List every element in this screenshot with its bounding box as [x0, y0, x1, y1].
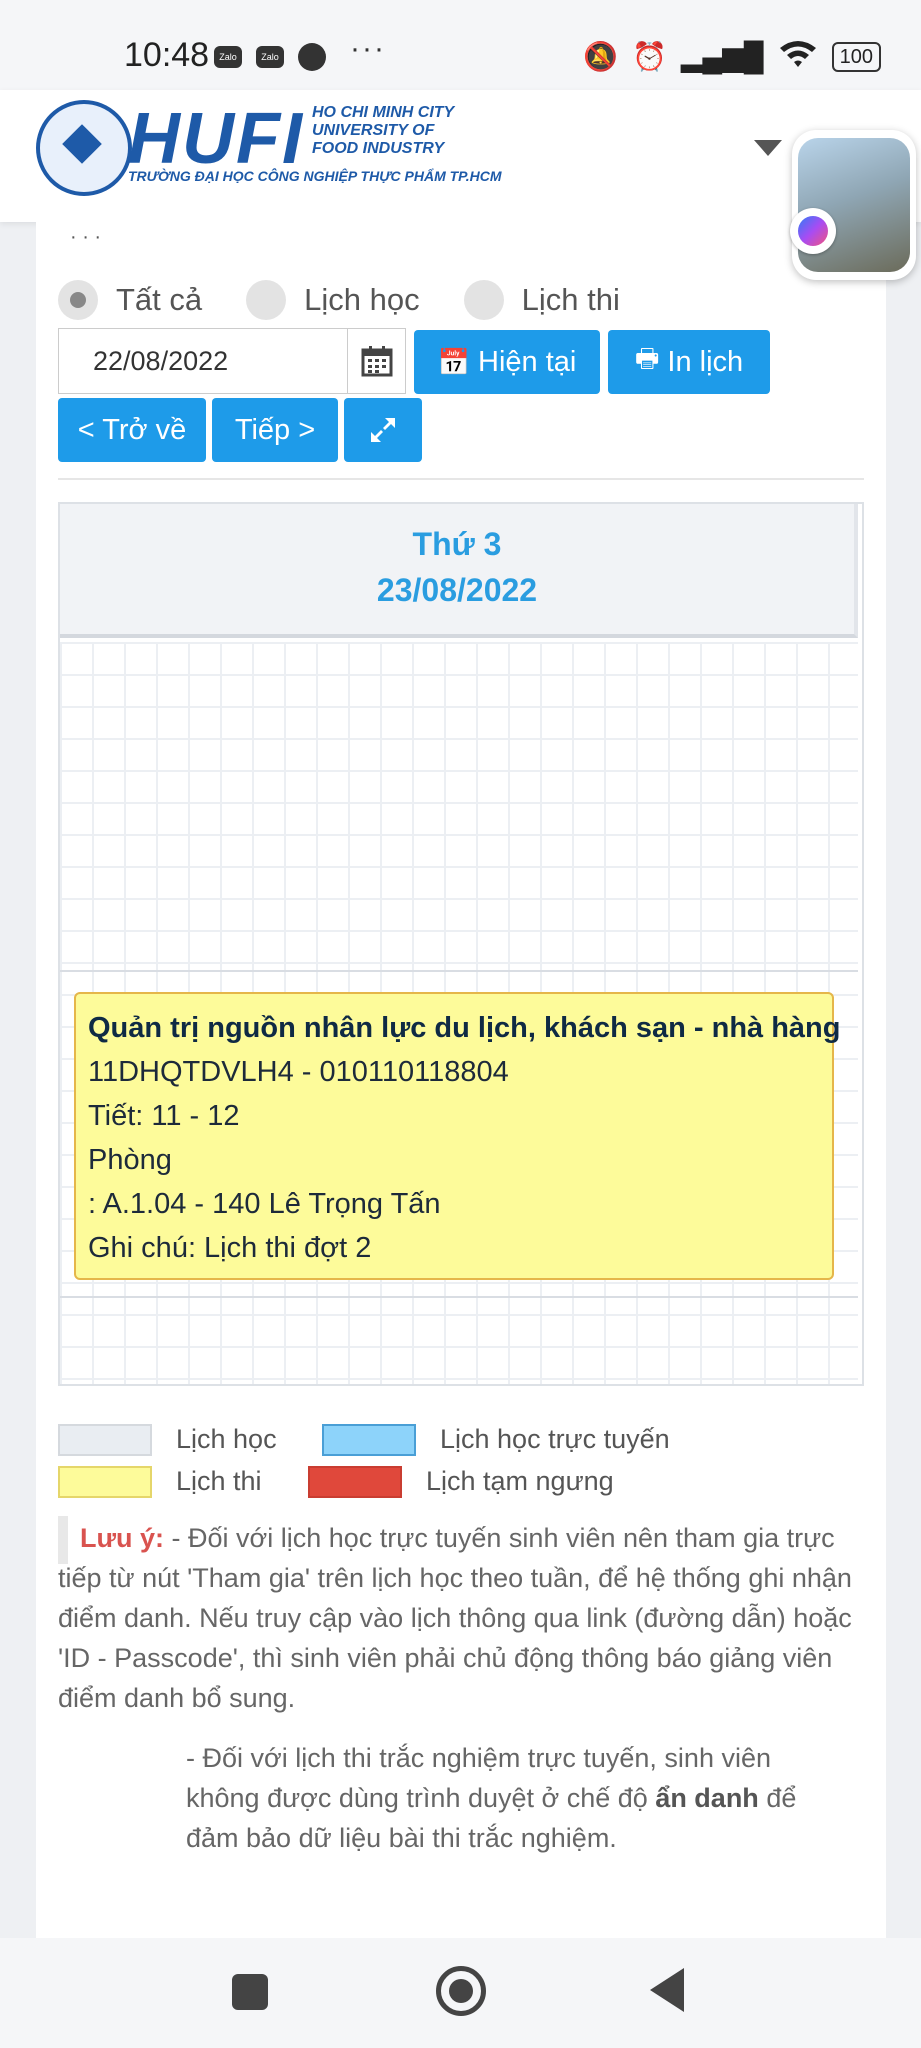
previous-button[interactable]: < Trở về: [58, 398, 206, 462]
calendar-icon: [361, 346, 392, 377]
battery-indicator: 100: [831, 41, 881, 72]
radio-all-label[interactable]: Tất cả: [116, 282, 202, 318]
clock: 10:48: [124, 36, 210, 74]
legend-swatch-suspended: [308, 1466, 402, 1498]
exam-event[interactable]: Quản trị nguồn nhân lực du lịch, khách s…: [74, 992, 841, 1280]
logo-subtitle: HO CHI MINH CITY UNIVERSITY OF FOOD INDU…: [312, 104, 455, 157]
calendar-day-header: Thứ 3 23/08/2022: [60, 504, 858, 638]
legend-label-exam: Lịch thi: [176, 1466, 262, 1496]
schedule-filter: Tất cả Lịch học Lịch thi: [58, 280, 664, 320]
radio-all[interactable]: [58, 280, 98, 320]
status-bar: 10:48 Zalo Zalo ··· 🔕 ⏰ ▂▄▆█ 100: [0, 0, 921, 90]
messenger-icon: [298, 43, 326, 71]
bell-muted-icon: 🔕: [583, 41, 618, 72]
legend-swatch-exam: [58, 1466, 152, 1498]
event-note: Ghi chú: Lịch thi đợt 2: [88, 1232, 372, 1264]
wifi-icon: [778, 38, 818, 75]
event-period: Tiết: 11 - 12: [88, 1100, 240, 1132]
site-header: HUFI HO CHI MINH CITY UNIVERSITY OF FOOD…: [0, 90, 921, 222]
radio-exam-schedule-label[interactable]: Lịch thi: [522, 282, 620, 318]
menu-caret-icon[interactable]: [754, 140, 782, 156]
printer-icon: 🖶: [634, 343, 660, 373]
back-button[interactable]: [650, 1968, 684, 2012]
legend: Lịch học Lịch học trực tuyến Lịch thi Lị…: [58, 1424, 864, 1504]
truncated-heading: · · ·: [70, 226, 102, 248]
home-button[interactable]: [436, 1966, 486, 2016]
zalo-icon: Zalo: [214, 46, 242, 68]
messenger-chat-head[interactable]: [790, 130, 916, 280]
zalo-icon: Zalo: [256, 46, 284, 68]
calendar-day-name: Thứ 3: [412, 526, 502, 562]
university-seal-logo[interactable]: [36, 100, 132, 196]
incognito-emphasis: ẩn danh: [655, 1783, 759, 1813]
more-notifications-icon: ···: [350, 32, 386, 65]
signal-icon: ▂▄▆█: [680, 41, 764, 72]
legend-swatch-class: [58, 1424, 152, 1456]
radio-exam-schedule[interactable]: [463, 280, 504, 320]
current-date-button[interactable]: 📅 Hiện tại: [414, 330, 600, 394]
current-date-label: Hiện tại: [478, 345, 577, 378]
recent-apps-button[interactable]: [232, 1974, 268, 2010]
legend-label-class: Lịch học: [176, 1424, 277, 1454]
expand-icon: [371, 418, 395, 442]
radio-class-schedule-label[interactable]: Lịch học: [304, 282, 419, 318]
calendar-date: 23/08/2022: [376, 572, 538, 608]
radio-class-schedule[interactable]: [246, 280, 287, 320]
system-nav-bar: [0, 1938, 921, 2048]
next-button[interactable]: Tiếp >: [212, 398, 338, 462]
alarm-icon: ⏰: [632, 41, 667, 72]
note-online-class: Lưu ý: - Đối với lịch học trực tuyến sin…: [58, 1518, 864, 1718]
messenger-icon: [790, 208, 836, 254]
print-schedule-button[interactable]: 🖶 In lịch: [608, 330, 770, 394]
session-divider: [60, 1296, 858, 1298]
date-input[interactable]: 22/08/2022: [58, 328, 348, 394]
note-label: Lưu ý:: [80, 1523, 165, 1553]
event-room-label: Phòng: [88, 1144, 172, 1176]
logo-vietnamese-name: TRƯỜNG ĐẠI HỌC CÔNG NGHIỆP THỰC PHẨM TP.…: [128, 168, 502, 184]
legend-label-suspended: Lịch tạm ngưng: [426, 1466, 614, 1496]
legend-swatch-online: [322, 1424, 416, 1456]
fullscreen-button[interactable]: [344, 398, 422, 462]
divider: [58, 478, 864, 480]
day-calendar: Thứ 3 23/08/2022 Quản trị nguồn nhân lực…: [58, 502, 864, 1386]
status-icons: 🔕 ⏰ ▂▄▆█ 100: [583, 38, 881, 75]
event-code: 11DHQTDVLH4 - 010110118804: [88, 1056, 509, 1088]
calendar-picker-button[interactable]: [348, 328, 406, 394]
legend-label-online: Lịch học trực tuyến: [440, 1424, 670, 1454]
note-online-exam: - Đối với lịch thi trắc nghiệm trực tuyế…: [186, 1743, 797, 1853]
event-title: Quản trị nguồn nhân lực du lịch, khách s…: [88, 1012, 841, 1044]
note-text-1: - Đối với lịch học trực tuyến sinh viên …: [58, 1523, 852, 1713]
calendar-icon: 📅: [437, 346, 471, 377]
session-divider: [60, 970, 858, 972]
print-schedule-label: In lịch: [667, 345, 744, 378]
event-room: : A.1.04 - 140 Lê Trọng Tấn: [88, 1188, 441, 1220]
